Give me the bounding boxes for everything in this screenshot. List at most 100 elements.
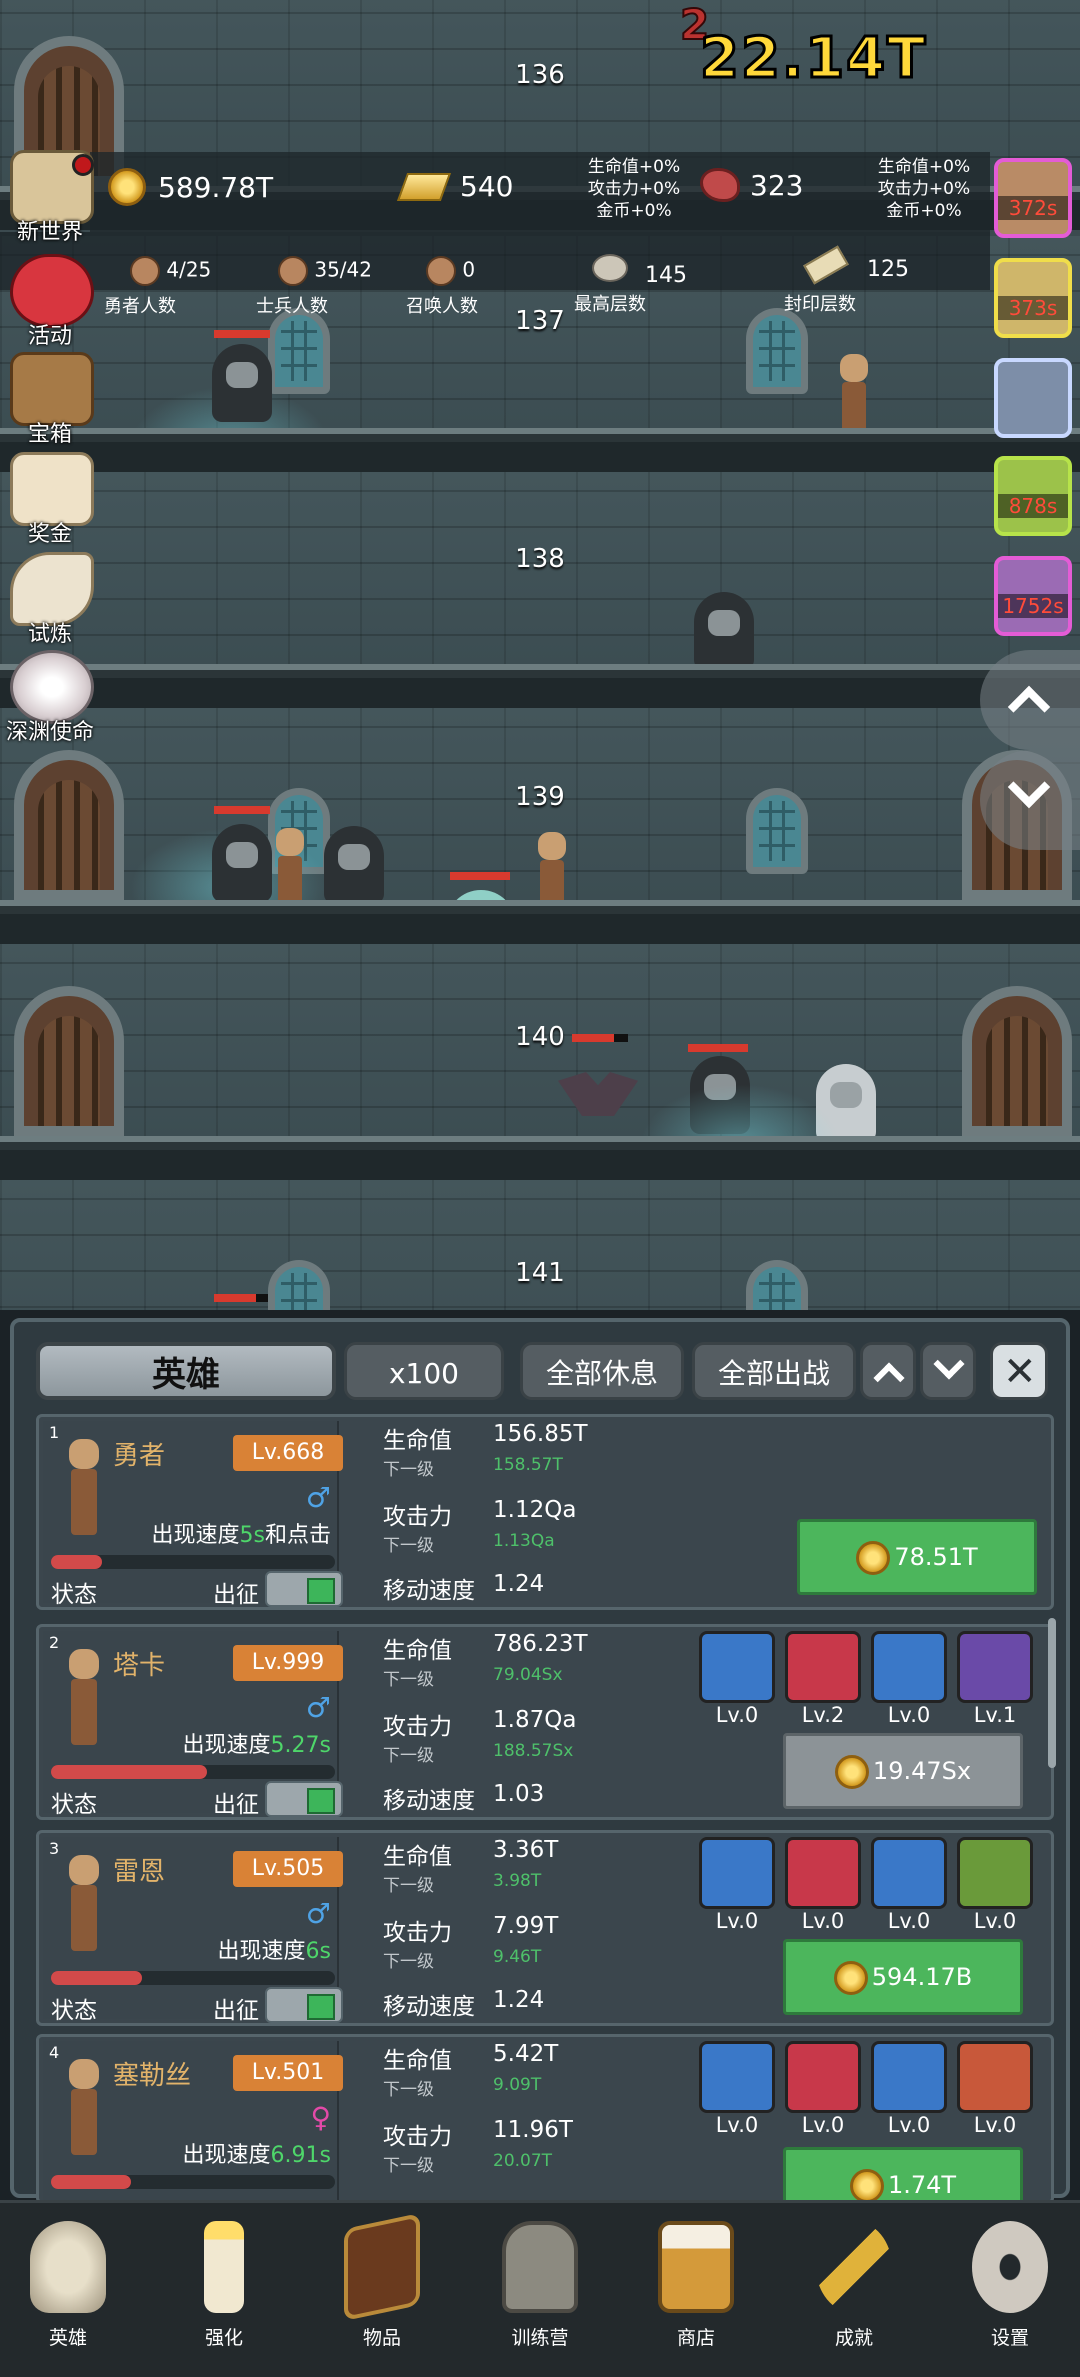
atk-next-value: 20.07T — [493, 2151, 553, 2171]
deploy-toggle[interactable] — [265, 1571, 343, 1607]
tab-heroes[interactable]: 英雄 — [36, 1342, 336, 1400]
equipment-slot-icon[interactable] — [785, 1631, 861, 1703]
rest-all-button[interactable]: 全部休息 — [520, 1342, 684, 1400]
nav-label: 强化 — [204, 2327, 243, 2349]
dungeon-scene[interactable]: 136 137 138 139 140 141 2 22.14T 589.78T… — [0, 0, 1080, 1310]
window — [268, 308, 330, 394]
sort-down-button[interactable] — [920, 1342, 976, 1400]
buff-potion-3[interactable] — [994, 358, 1072, 438]
buff-potion-1[interactable]: 372s — [994, 158, 1072, 238]
hero-card[interactable]: 1 勇者 Lv.668 ♂ 出现速度5s和点击 状态 出征 生命值 156.85… — [36, 1414, 1054, 1610]
gold-counter: 589.78T — [108, 168, 273, 206]
enemy-hp-bar — [450, 872, 510, 880]
hero-info: 3 雷恩 Lv.505 ♂ 出现速度6s 状态 出征 — [43, 1837, 343, 2024]
equipment-slot-icon[interactable] — [785, 2041, 861, 2113]
nav-achievements[interactable]: 成就 — [794, 2221, 914, 2361]
equipment-slot-icon[interactable] — [785, 1837, 861, 1909]
equipment-slot-icon[interactable] — [957, 1631, 1033, 1703]
side-menu-new-world[interactable]: 新世界 — [0, 150, 100, 246]
multiplier-button[interactable]: x100 — [344, 1342, 504, 1400]
scrollbar[interactable] — [1048, 1618, 1056, 1768]
equipment-level: Lv.0 — [801, 1909, 845, 1933]
move-speed-value: 1.24 — [493, 1571, 545, 1597]
summon-head-icon — [426, 256, 456, 286]
scroll-down-button[interactable] — [980, 750, 1080, 850]
equipment-level: Lv.0 — [715, 2113, 759, 2137]
feather-icon — [10, 552, 94, 626]
side-menu-trial[interactable]: 试炼 — [0, 552, 100, 648]
door — [14, 750, 124, 900]
nav-training-camp[interactable]: 训练营 — [480, 2221, 600, 2361]
gear-icon — [972, 2221, 1048, 2313]
sealed-floor: 125 — [803, 245, 909, 285]
atk-value: 1.12Qa — [493, 1497, 577, 1523]
hero-name: 塔卡 — [113, 1651, 166, 1681]
atk-label: 攻击力 — [383, 1504, 452, 1530]
buff-potion-5[interactable]: 1752s — [994, 556, 1072, 636]
atk-next-label: 下一级 — [383, 1952, 434, 1972]
upgrade-button[interactable]: 78.51T — [797, 1519, 1037, 1595]
scroll-up-button[interactable] — [980, 650, 1080, 750]
level-badge: Lv.668 — [233, 1435, 343, 1471]
equipment-slot-icon[interactable] — [871, 2041, 947, 2113]
gender-icon: ♂ — [305, 1897, 331, 1930]
equipment-level: Lv.0 — [887, 1909, 931, 1933]
deploy-all-button[interactable]: 全部出战 — [692, 1342, 856, 1400]
nav-settings[interactable]: 设置 — [950, 2221, 1070, 2361]
deploy-toggle[interactable] — [265, 1987, 343, 2023]
buff-potion-2[interactable]: 373s — [994, 258, 1072, 338]
side-menu-chest[interactable]: 宝箱 — [0, 352, 100, 448]
hero-card[interactable]: 2 塔卡 Lv.999 ♂ 出现速度5.27s 状态 出征 生命值 786.23… — [36, 1624, 1054, 1820]
door — [962, 986, 1072, 1136]
nav-enhance[interactable]: 强化 — [164, 2221, 284, 2361]
beer-mug-icon — [658, 2221, 734, 2313]
side-menu-abyss-mission[interactable]: 深渊使命 — [0, 650, 100, 746]
nav-items[interactable]: 物品 — [322, 2212, 442, 2361]
gold-coin-icon — [833, 1961, 868, 1995]
equipment-slot-icon[interactable] — [699, 1837, 775, 1909]
buff-timer: 1752s — [998, 594, 1068, 618]
hero-info: 4 塞勒丝 Lv.501 ♀ 出现速度6.91s — [43, 2041, 343, 2223]
nav-heroes[interactable]: 英雄 — [8, 2221, 128, 2361]
upgrade-button[interactable]: 594.17B — [783, 1939, 1023, 2015]
hp-next-label: 下一级 — [383, 1876, 434, 1896]
deploy-toggle[interactable] — [265, 1781, 343, 1817]
nav-shop[interactable]: 商店 — [636, 2221, 756, 2361]
equipment-level: Lv.0 — [973, 1909, 1017, 1933]
summon-count-value: 0 — [462, 257, 476, 282]
chevron-down-icon — [933, 1348, 965, 1380]
side-menu-event[interactable]: 活动 — [0, 254, 100, 350]
max-floor-value: 145 — [645, 263, 687, 288]
equipment-slot-icon[interactable] — [699, 1631, 775, 1703]
hp-next-label: 下一级 — [383, 1460, 434, 1480]
hero-info: 2 塔卡 Lv.999 ♂ 出现速度5.27s 状态 出征 — [43, 1631, 343, 1818]
bonus-hp: 生命值+0% — [587, 157, 681, 177]
equipment-slot-icon[interactable] — [957, 2041, 1033, 2113]
atk-next-label: 下一级 — [383, 1536, 434, 1556]
spawn-speed-label: 出现速度 — [182, 2143, 271, 2168]
atk-next-label: 下一级 — [383, 2156, 434, 2176]
close-button[interactable]: ✕ — [990, 1342, 1048, 1400]
sort-up-button[interactable] — [860, 1342, 916, 1400]
meat-counter: 323 — [700, 168, 803, 202]
summon-count-label: 召唤人数 — [406, 296, 478, 317]
upgrade-cost: 594.17B — [871, 1963, 973, 1991]
spawn-speed: 出现速度6.91s — [183, 2137, 331, 2169]
equipment-slot-icon[interactable] — [871, 1837, 947, 1909]
upgrade-button[interactable]: 19.47Sx — [783, 1733, 1023, 1809]
hero-card[interactable]: 4 塞勒丝 Lv.501 ♀ 出现速度6.91s 生命值 5.42T 下一级 9… — [36, 2034, 1054, 2223]
equipment-slot-icon[interactable] — [871, 1631, 947, 1703]
hero-name: 塞勒丝 — [113, 2061, 192, 2091]
equipment-slot-icon[interactable] — [699, 2041, 775, 2113]
atk-label: 攻击力 — [383, 2124, 452, 2150]
hero-card[interactable]: 3 雷恩 Lv.505 ♂ 出现速度6s 状态 出征 生命值 3.36T 下一级… — [36, 1830, 1054, 2026]
side-menu-bonus[interactable]: 奖金 — [0, 452, 100, 548]
buff-potion-4[interactable]: 878s — [994, 456, 1072, 536]
soldier-count-label: 士兵人数 — [256, 296, 328, 317]
book-icon — [344, 2212, 420, 2322]
gold-bar-amount: 540 — [460, 170, 514, 203]
spawn-speed: 出现速度5.27s — [183, 1727, 331, 1759]
equipment-slot-icon[interactable] — [957, 1837, 1033, 1909]
soldier-count: 35/42 — [278, 256, 372, 286]
envelope-icon — [10, 452, 94, 526]
